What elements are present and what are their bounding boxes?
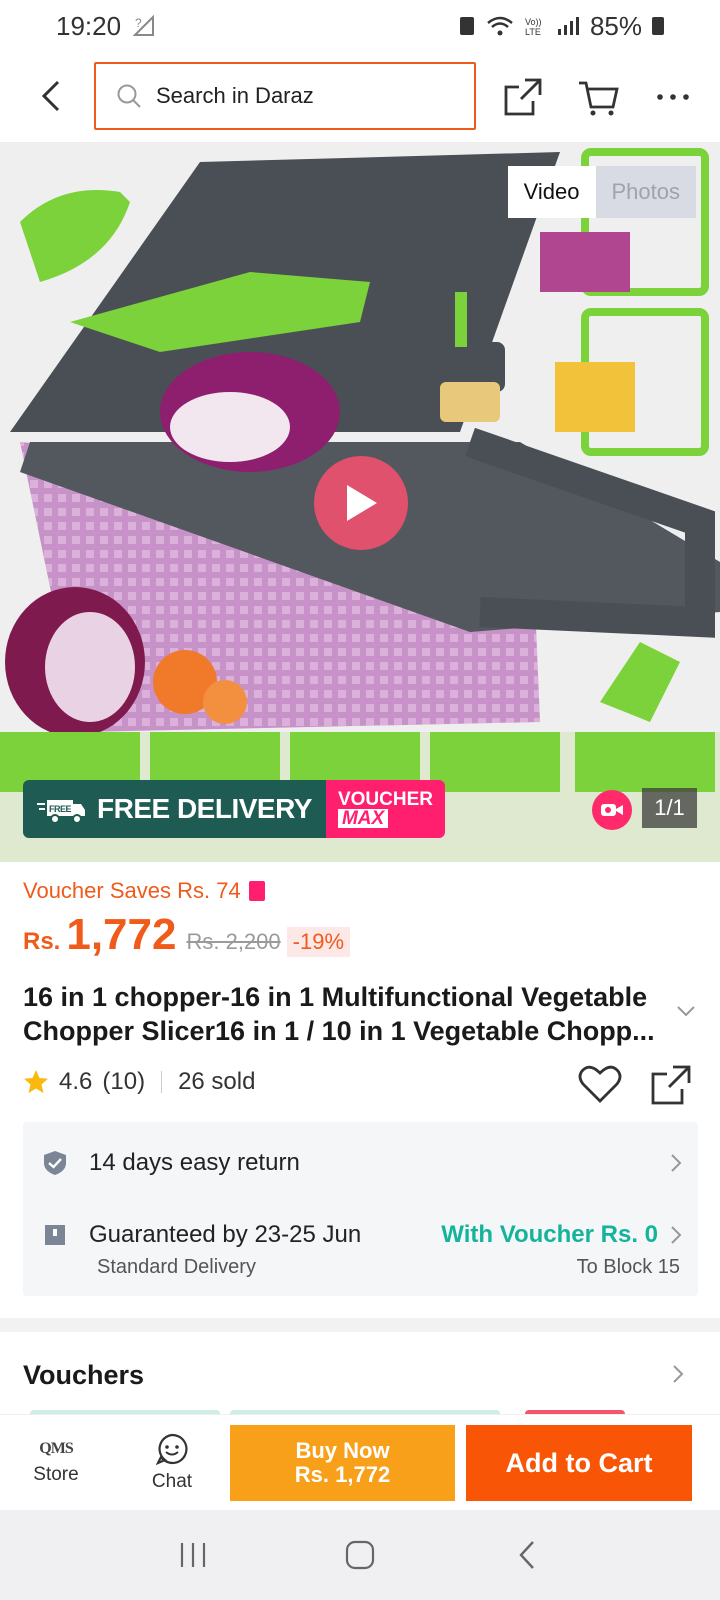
- status-time: 19:20: [56, 10, 122, 41]
- recents-button[interactable]: [169, 1531, 217, 1579]
- rating-row[interactable]: 4.6 (10) 26 sold: [23, 1068, 255, 1096]
- more-options-button[interactable]: [650, 74, 696, 120]
- voucher-max-bottom: MAX: [337, 809, 389, 828]
- voucher-saves-text: Voucher Saves Rs. 74: [23, 878, 241, 903]
- media-tabs: Video Photos: [507, 166, 696, 218]
- search-input[interactable]: Search in Daraz: [94, 62, 476, 130]
- return-policy-row[interactable]: 14 days easy return: [43, 1138, 682, 1188]
- add-to-cart-button[interactable]: Add to Cart: [466, 1425, 692, 1501]
- free-small-label: FREE: [49, 804, 72, 814]
- video-camera-icon: [601, 804, 623, 816]
- bottom-action-bar: QMS Store Chat Buy Now Rs. 1,772 Add to …: [0, 1414, 720, 1510]
- divider: [161, 1071, 163, 1093]
- package-icon: [45, 1225, 65, 1245]
- svg-text:Vo)): Vo)): [525, 17, 542, 27]
- signal-off-icon: ?: [133, 15, 155, 36]
- wishlist-button[interactable]: [578, 1064, 622, 1108]
- chevron-right-icon: [671, 1154, 682, 1172]
- product-share-button[interactable]: [650, 1064, 694, 1108]
- status-bar: 19:20 ? Vo)) LTE 85%: [0, 0, 720, 52]
- delivery-date: Guaranteed by 23-25 Jun: [89, 1221, 362, 1248]
- system-nav-bar: [0, 1510, 720, 1600]
- share-icon: [504, 78, 542, 116]
- heart-icon: [578, 1065, 622, 1103]
- store-label: Store: [33, 1464, 79, 1485]
- chevron-left-icon: [41, 80, 60, 112]
- promo-banner: FREE FREE DELIVERY VOUCHER MAX: [23, 780, 445, 838]
- chat-button[interactable]: Chat: [140, 1415, 204, 1511]
- wifi-icon: [487, 16, 513, 36]
- voucher-tag-icon: [248, 881, 265, 901]
- price-row: Rs. 1,772 Rs. 2,200 -19%: [23, 910, 350, 960]
- play-icon: [347, 485, 377, 521]
- search-icon: [117, 84, 141, 108]
- sold-count: 26 sold: [178, 1068, 256, 1095]
- tab-video[interactable]: Video: [507, 166, 596, 218]
- search-placeholder: Search in Daraz: [156, 83, 314, 108]
- chevron-right-icon[interactable]: [672, 1364, 684, 1384]
- voucher-max-badge: VOUCHER MAX: [325, 780, 445, 838]
- share-icon: [651, 1065, 691, 1105]
- chat-label: Chat: [151, 1471, 193, 1492]
- price-value: 1,772: [66, 910, 177, 959]
- original-price: Rs. 2,200: [186, 929, 281, 954]
- chevron-right-icon: [671, 1226, 682, 1244]
- buy-now-label: Buy Now: [295, 1438, 390, 1463]
- top-header: Search in Daraz: [0, 52, 720, 142]
- cart-icon: [579, 81, 619, 116]
- back-button[interactable]: [30, 74, 74, 118]
- home-icon: [345, 1540, 375, 1570]
- delivery-voucher-text: With Voucher Rs. 0: [441, 1221, 658, 1248]
- product-title[interactable]: 16 in 1 chopper-16 in 1 Multifunctional …: [23, 980, 673, 1048]
- vouchers-section-title[interactable]: Vouchers: [23, 1360, 144, 1391]
- delivery-location: To Block 15: [576, 1256, 680, 1278]
- buy-now-button[interactable]: Buy Now Rs. 1,772: [230, 1425, 455, 1501]
- more-dots-icon: [657, 94, 689, 100]
- delivery-truck-icon: FREE: [37, 800, 85, 824]
- svg-text:?: ?: [135, 16, 142, 30]
- home-button[interactable]: [336, 1531, 384, 1579]
- back-arrow-icon: [519, 1541, 534, 1569]
- voucher-saves[interactable]: Voucher Saves Rs. 74: [23, 878, 265, 904]
- rating-count: (10): [102, 1068, 146, 1095]
- voucher-max-top: VOUCHER: [337, 789, 433, 810]
- nav-back-button[interactable]: [503, 1531, 551, 1579]
- chevron-down-icon[interactable]: [676, 1004, 696, 1018]
- free-delivery-badge: FREE FREE DELIVERY: [23, 780, 326, 838]
- delivery-row[interactable]: Guaranteed by 23-25 Jun With Voucher Rs.…: [43, 1210, 682, 1260]
- recents-icon: [181, 1543, 206, 1567]
- chat-icon: [156, 1433, 188, 1465]
- cart-button[interactable]: [575, 74, 621, 120]
- sync-icon: [459, 17, 474, 35]
- delivery-voucher: With Voucher Rs. 0: [441, 1221, 682, 1249]
- star-icon: [24, 1070, 48, 1093]
- svg-text:LTE: LTE: [525, 27, 541, 37]
- discount-badge: -19%: [286, 927, 350, 957]
- rating-score: 4.6: [59, 1068, 93, 1095]
- delivery-type: Standard Delivery: [97, 1256, 256, 1278]
- volte-icon: Vo))LTE: [525, 17, 542, 37]
- store-logo: QMS: [39, 1440, 73, 1457]
- return-policy-text: 14 days easy return: [89, 1149, 300, 1176]
- video-indicator: [592, 790, 632, 830]
- section-divider: [0, 1318, 720, 1332]
- cell-signal-icon: [557, 17, 579, 35]
- battery-percent: 85%: [589, 10, 642, 41]
- free-delivery-label: FREE DELIVERY: [97, 793, 312, 824]
- image-counter: 1/1: [642, 788, 697, 828]
- battery-icon: [652, 17, 664, 35]
- play-video-button[interactable]: [314, 456, 408, 550]
- product-image[interactable]: Video Photos FREE FREE DELIVERY VOUCHER …: [0, 142, 720, 862]
- share-button[interactable]: [500, 74, 546, 120]
- tab-photos[interactable]: Photos: [595, 166, 696, 218]
- price-currency: Rs.: [23, 928, 61, 955]
- shield-check-icon: [44, 1151, 66, 1175]
- buy-now-price: Rs. 1,772: [294, 1462, 391, 1487]
- store-button[interactable]: QMS Store: [24, 1415, 88, 1511]
